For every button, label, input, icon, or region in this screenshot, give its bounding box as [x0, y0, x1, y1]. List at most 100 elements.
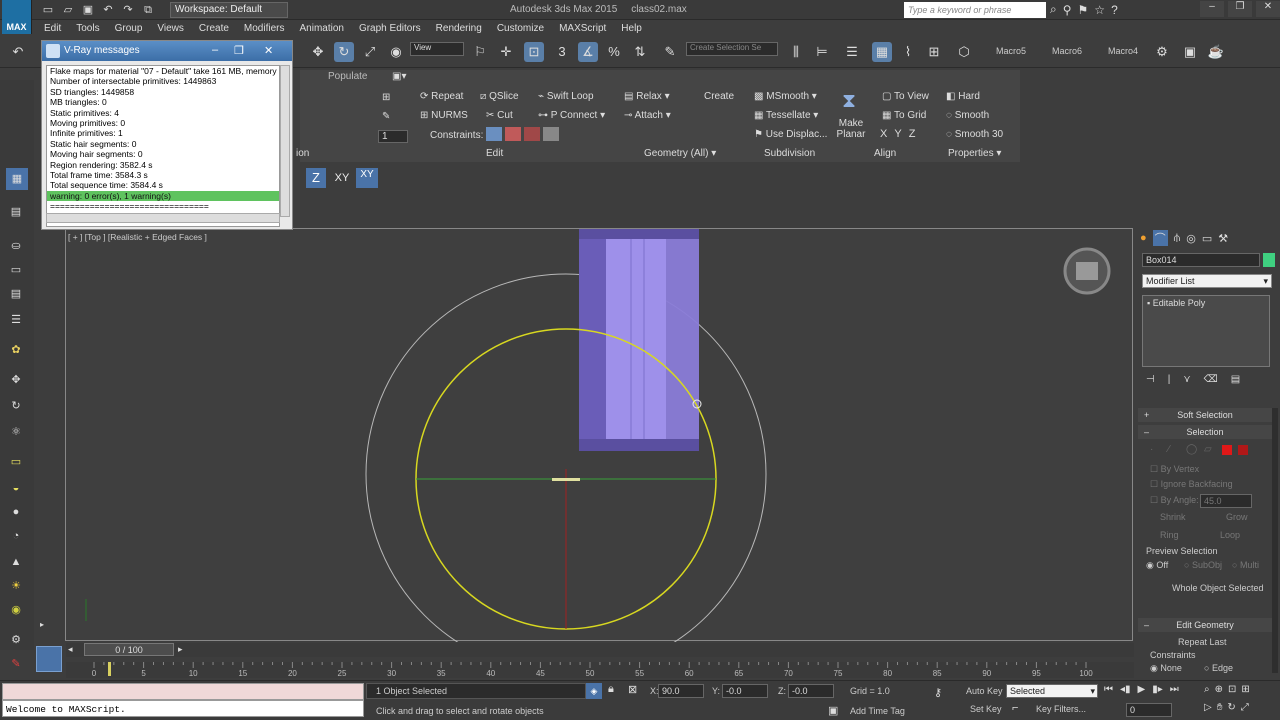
side-tool-2-icon[interactable]: ▭ — [8, 262, 24, 278]
play-icon[interactable]: ▶ — [1138, 684, 1146, 695]
axis-xy-button[interactable]: XY — [330, 168, 354, 188]
smooth-button[interactable]: ◌ Smooth — [946, 110, 989, 121]
menu-tools[interactable]: Tools — [76, 23, 99, 34]
layer-explorer-icon[interactable]: ☰ — [842, 42, 862, 62]
preview-off-radio[interactable]: ◉ Off — [1146, 560, 1168, 571]
current-frame-field[interactable]: 0 — [1126, 703, 1172, 717]
align-icon[interactable]: ⊨ — [812, 42, 832, 62]
modifier-stack[interactable]: ▪ Editable Poly — [1142, 295, 1270, 367]
mini-curve-editor-icon[interactable] — [36, 646, 62, 672]
graphite-toggle-icon[interactable]: ▦ — [872, 42, 892, 62]
border-level-icon[interactable]: ◯ — [1186, 444, 1198, 456]
absolute-mode-icon[interactable]: ⊠ — [628, 683, 637, 696]
object-name-field[interactable]: Box014 — [1142, 253, 1260, 267]
use-displacement-button[interactable]: ⚑ Use Displac... — [754, 129, 827, 140]
workspace-dropdown[interactable]: Workspace: Default — [170, 2, 288, 18]
side-tool-11-icon[interactable]: ● — [8, 504, 24, 520]
menu-views[interactable]: Views — [157, 23, 184, 34]
vray-scrollbar[interactable] — [280, 65, 290, 217]
key-icon[interactable]: ⚷ — [934, 686, 942, 699]
to-grid-button[interactable]: ▦ To Grid — [882, 110, 926, 121]
viewcube-face[interactable] — [1076, 262, 1098, 280]
manipulate-icon[interactable]: ✛ — [496, 42, 516, 62]
make-planar-icon[interactable]: ⧗ — [836, 90, 862, 114]
side-tool-13-icon[interactable]: ▲ — [8, 554, 24, 570]
search-icon[interactable]: ⌕ — [1050, 2, 1057, 17]
selection-lock-icon[interactable]: 🔒︎ — [608, 683, 614, 696]
zoom-extents-all-icon[interactable]: ⊞ — [1241, 684, 1249, 695]
side-tool-5-icon[interactable]: ✿ — [8, 342, 24, 358]
nurms-button[interactable]: ⊞ NURMS — [420, 110, 468, 121]
macro4-button[interactable]: Macro4 — [1108, 46, 1138, 56]
ribbon-edit-icon[interactable]: ✎ — [382, 111, 390, 122]
key-filter-icon[interactable]: ⌐ — [1012, 702, 1018, 714]
ribbon-spinner[interactable]: 1 — [378, 130, 408, 143]
modifier-list-dropdown[interactable]: Modifier List ▾ — [1142, 274, 1272, 288]
ribbon-geometry-header[interactable]: Geometry (All) ▾ — [644, 148, 716, 159]
project-folder-icon[interactable]: ⧉ — [140, 2, 156, 18]
hierarchy-tab-icon[interactable]: ⫛ — [1174, 232, 1181, 245]
vray-minimize-icon[interactable]: – — [212, 44, 218, 56]
relax-button[interactable]: ▤ Relax ▾ — [624, 91, 670, 102]
side-tool-1-icon[interactable]: ⛀ — [8, 238, 24, 254]
loop-button[interactable]: Loop — [1220, 530, 1240, 540]
edit-named-selection-icon[interactable]: ✎ — [660, 42, 680, 62]
display-tab-icon[interactable]: ▭ — [1202, 232, 1212, 245]
rendered-frame-icon[interactable]: ▣ — [1180, 42, 1200, 62]
redo-icon[interactable]: ↷ — [120, 2, 136, 18]
viewport-label[interactable]: [ + ] [Top ] [Realistic + Edged Faces ] — [68, 232, 207, 242]
ignore-backfacing-checkbox[interactable]: ☐ Ignore Backfacing — [1150, 479, 1233, 490]
viewport-layout-icon[interactable]: ▸ — [40, 620, 54, 634]
time-tag-icon[interactable]: ▣ — [828, 704, 838, 717]
object-color-swatch[interactable] — [1263, 253, 1275, 267]
create-tab-icon[interactable]: ● — [1140, 232, 1147, 244]
maximize-viewport-icon[interactable]: ⤢ — [1241, 702, 1249, 713]
side-tool-15-icon[interactable]: ◉ — [8, 602, 24, 618]
select-scale-icon[interactable]: ⤢ — [360, 42, 380, 62]
render-setup-icon[interactable]: ⚙ — [1152, 42, 1172, 62]
go-to-start-icon[interactable]: ⏮ — [1104, 684, 1113, 695]
make-unique-icon[interactable]: ⋎ — [1183, 374, 1190, 385]
select-move-icon[interactable]: ✥ — [308, 42, 328, 62]
vertex-level-icon[interactable]: · — [1150, 444, 1162, 456]
tessellate-button[interactable]: ▦ Tessellate ▾ — [754, 110, 818, 121]
side-tool-14-icon[interactable]: ☀ — [8, 578, 24, 594]
auto-key-button[interactable]: Auto Key — [966, 686, 1003, 696]
align-z-button[interactable]: Z — [909, 128, 916, 140]
hard-button[interactable]: ◧ Hard — [946, 91, 980, 102]
time-slider-thumb[interactable]: 0 / 100 — [84, 643, 174, 656]
ribbon-properties-header[interactable]: Properties ▾ — [948, 148, 1001, 159]
constraint-face-icon[interactable] — [524, 127, 540, 141]
menu-rendering[interactable]: Rendering — [436, 23, 482, 34]
side-tool-17-icon[interactable]: ✎ — [8, 656, 24, 672]
menu-animation[interactable]: Animation — [299, 23, 343, 34]
snap-3d-icon[interactable]: 3 — [552, 42, 572, 62]
maxscript-output[interactable]: Welcome to MAXScript. — [2, 700, 364, 717]
render-production-icon[interactable]: ☕ — [1206, 42, 1226, 62]
macro5-button[interactable]: Macro5 — [996, 46, 1026, 56]
constraint-none-radio[interactable]: ◉ None — [1150, 663, 1182, 674]
vray-horizontal-scrollbar[interactable] — [46, 213, 280, 223]
angle-snap-icon[interactable]: ∡ — [578, 42, 598, 62]
maximize-icon[interactable]: ❐ — [1228, 1, 1252, 17]
command-panel-scrollbar[interactable] — [1272, 408, 1278, 673]
schematic-view-icon[interactable]: ⊞ — [924, 42, 944, 62]
set-key-button[interactable]: Set Key — [970, 704, 1002, 714]
layer-manager-icon[interactable]: ▤ — [8, 204, 24, 220]
pivot-icon[interactable]: ⚐ — [470, 42, 490, 62]
preview-multi-radio[interactable]: ○ Multi — [1232, 560, 1259, 570]
vray-log[interactable]: Flake maps for material "07 - Default" t… — [46, 65, 280, 227]
ribbon-options-icon[interactable]: ▣▾ — [392, 71, 406, 82]
p-connect-button[interactable]: ⊶ P Connect ▾ — [538, 110, 605, 121]
z-coordinate-field[interactable]: -0.0 — [788, 684, 834, 698]
menu-maxscript[interactable]: MAXScript — [559, 23, 606, 34]
polygon-level-active-icon[interactable] — [1222, 445, 1232, 455]
time-slider[interactable] — [66, 643, 1134, 657]
constraint-edge-radio[interactable]: ○ Edge — [1204, 663, 1233, 673]
y-coordinate-field[interactable]: -0.0 — [722, 684, 768, 698]
side-tool-12-icon[interactable]: ◔ — [8, 528, 24, 544]
open-file-icon[interactable]: ▱ — [60, 2, 76, 18]
named-selection-sets-dropdown[interactable]: Create Selection Se — [686, 42, 778, 56]
place-icon[interactable]: ◉ — [386, 42, 406, 62]
repeat-button[interactable]: ⟳ Repeat — [420, 91, 463, 102]
